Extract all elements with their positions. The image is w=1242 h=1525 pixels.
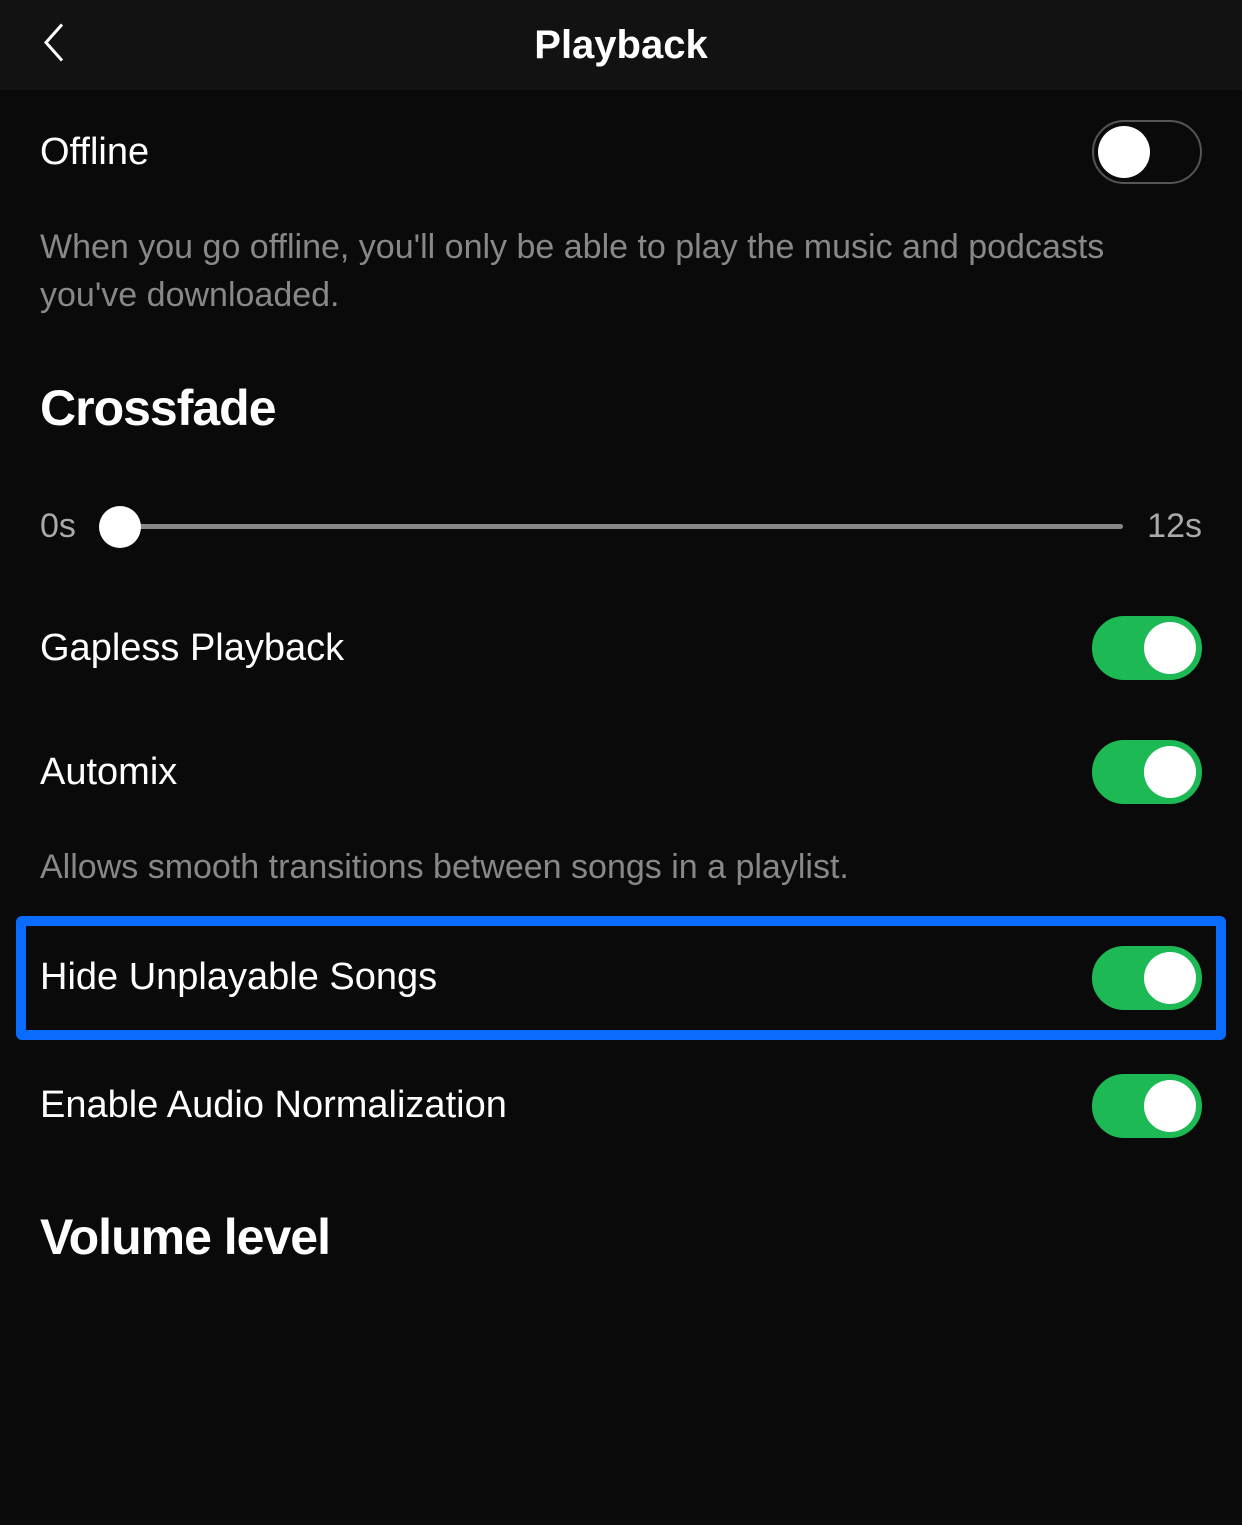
back-button[interactable] [40,21,68,70]
crossfade-slider-row: 0s 12s [40,467,1202,586]
toggle-knob [1144,746,1196,798]
offline-toggle[interactable] [1092,120,1202,184]
gapless-toggle[interactable] [1092,616,1202,680]
gapless-label: Gapless Playback [40,627,344,670]
hide-unplayable-toggle[interactable] [1092,946,1202,1010]
hide-unplayable-row: Hide Unplayable Songs [16,916,1226,1040]
audio-normalization-label: Enable Audio Normalization [40,1084,507,1127]
page-title: Playback [0,23,1242,68]
offline-label: Offline [40,131,149,174]
toggle-knob [1144,622,1196,674]
automix-label: Automix [40,751,177,794]
crossfade-max-label: 12s [1147,507,1202,546]
header: Playback [0,0,1242,90]
audio-normalization-row: Enable Audio Normalization [40,1044,1202,1168]
offline-row: Offline [40,90,1202,214]
toggle-knob [1144,952,1196,1004]
offline-description: When you go offline, you'll only be able… [40,214,1202,339]
gapless-row: Gapless Playback [40,586,1202,710]
crossfade-heading: Crossfade [40,339,1202,467]
crossfade-min-label: 0s [40,507,76,546]
automix-toggle[interactable] [1092,740,1202,804]
audio-normalization-toggle[interactable] [1092,1074,1202,1138]
automix-row: Automix [40,710,1202,834]
slider-thumb [99,506,141,548]
chevron-left-icon [40,21,68,65]
crossfade-slider[interactable] [100,524,1123,529]
settings-content: Offline When you go offline, you'll only… [0,90,1242,1296]
toggle-knob [1144,1080,1196,1132]
automix-description: Allows smooth transitions between songs … [40,834,1202,912]
hide-unplayable-label: Hide Unplayable Songs [40,956,437,999]
toggle-knob [1098,126,1150,178]
volume-level-heading: Volume level [40,1168,1202,1296]
